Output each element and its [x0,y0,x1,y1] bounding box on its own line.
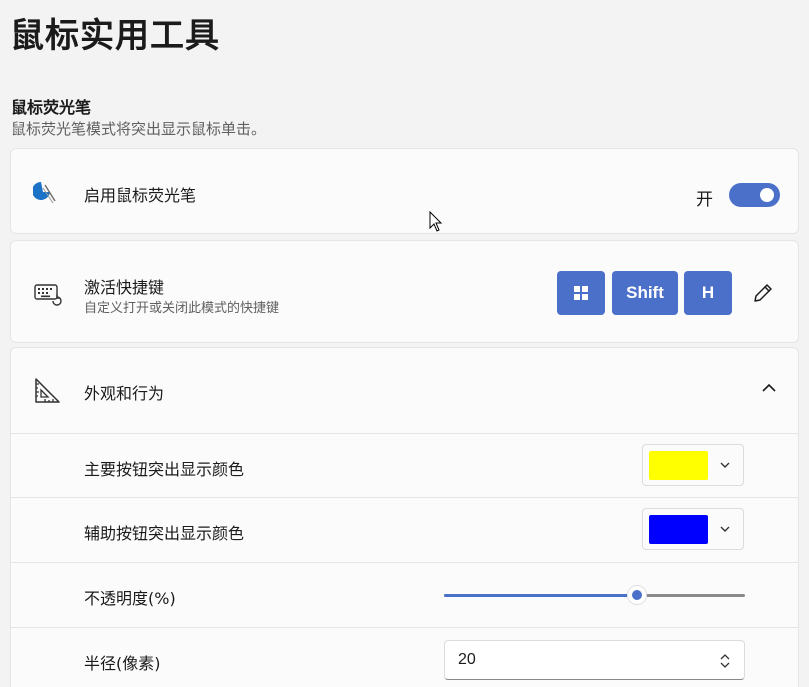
primary-color-row: 主要按钮突出显示颜色 [11,433,798,497]
primary-color-label: 主要按钮突出显示颜色 [84,460,245,479]
section-description: 鼠标荧光笔模式将突出显示鼠标单击。 [11,120,267,138]
radius-value: 20 [458,651,476,668]
secondary-color-picker[interactable] [642,508,744,550]
opacity-row: 不透明度(%) [11,562,798,626]
pencil-icon[interactable] [751,281,775,305]
appearance-label: 外观和行为 [84,384,165,403]
appearance-behavior-card: 外观和行为 主要按钮突出显示颜色 辅助按钮突出显示颜色 不透明度(%) 半径(像… [10,347,799,687]
secondary-color-label: 辅助按钮突出显示颜色 [84,524,245,543]
slider-thumb[interactable] [626,585,647,605]
page-title: 鼠标实用工具 [10,16,220,56]
toggle-state-label: 开 [696,190,713,210]
spin-updown-icon[interactable] [717,651,733,671]
shortcut-label: 激活快捷键 [84,278,165,297]
secondary-color-row: 辅助按钮突出显示颜色 [11,497,798,561]
opacity-slider[interactable] [444,585,745,605]
enable-label: 启用鼠标荧光笔 [84,186,197,205]
slider-fill [444,594,637,597]
h-key[interactable]: H [684,271,732,315]
enable-toggle[interactable] [729,183,780,207]
ruler-triangle-icon [33,376,63,406]
windows-logo-icon [574,286,588,300]
toggle-knob [760,188,774,202]
radius-row: 半径(像素) 20 [11,627,798,687]
shortcut-description: 自定义打开或关闭此模式的快捷键 [84,301,280,316]
radius-number-input[interactable]: 20 [444,640,745,680]
opacity-label: 不透明度(%) [84,589,176,608]
mouse-cursor-icon [429,210,443,233]
chevron-down-icon [717,457,733,473]
windows-key[interactable] [557,271,605,315]
chevron-down-icon [717,521,733,537]
primary-color-swatch [649,451,708,480]
enable-highlighter-card: 启用鼠标荧光笔 开 [10,148,799,234]
secondary-color-swatch [649,515,708,544]
activation-shortcut-card: 激活快捷键 自定义打开或关闭此模式的快捷键 Shift H [10,240,799,343]
shift-key[interactable]: Shift [612,271,678,315]
chevron-up-icon[interactable] [759,378,779,398]
primary-color-picker[interactable] [642,444,744,486]
radius-label: 半径(像素) [84,654,161,673]
keyboard-icon [33,279,63,309]
section-title: 鼠标荧光笔 [11,98,92,117]
highlighter-icon [32,179,63,209]
